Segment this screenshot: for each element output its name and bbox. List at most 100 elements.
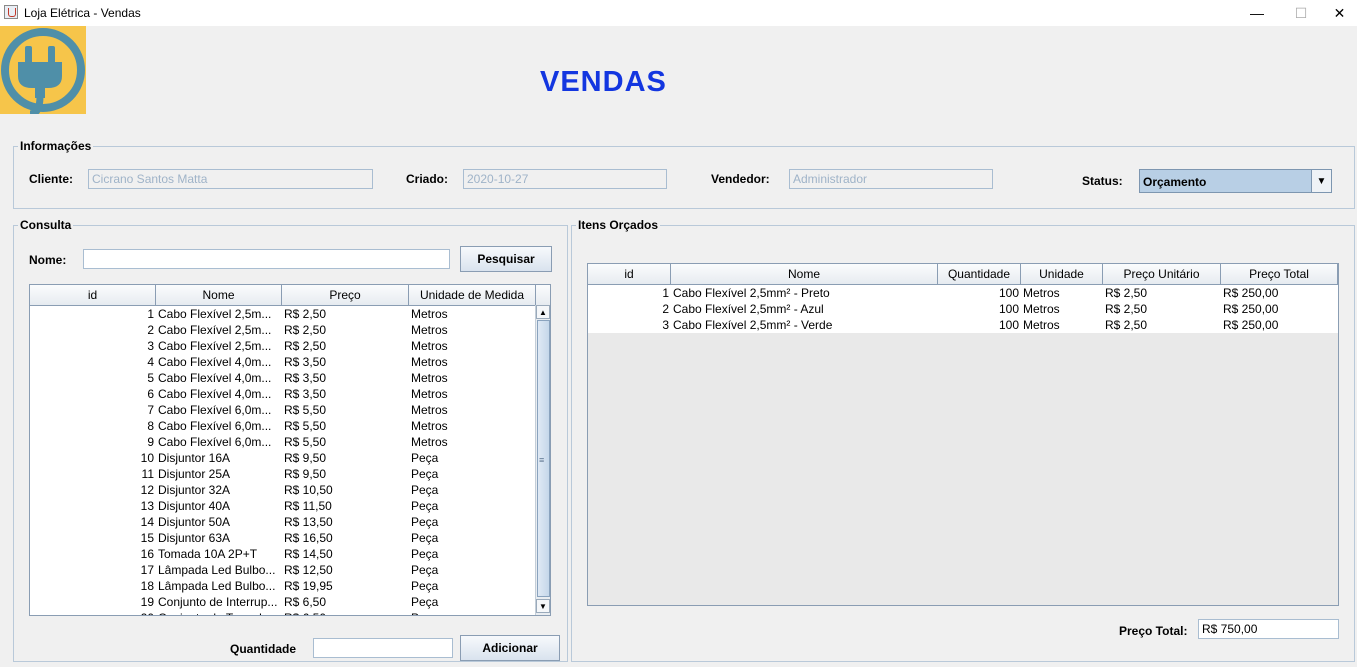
cell-unidade: Metros bbox=[1023, 302, 1060, 316]
table-row[interactable]: 18 Lâmpada Led Bulbo... R$ 19,95 Peça bbox=[30, 578, 536, 594]
table-row[interactable]: 12 Disjuntor 32A R$ 10,50 Peça bbox=[30, 482, 536, 498]
table-row[interactable]: 2 Cabo Flexível 2,5m... R$ 2,50 Metros bbox=[30, 322, 536, 338]
cell-unidade: Metros bbox=[411, 307, 448, 321]
column-header-preco-unitario[interactable]: Preço Unitário bbox=[1103, 264, 1221, 284]
status-select[interactable]: Orçamento ▼ bbox=[1139, 169, 1332, 193]
cell-id: 10 bbox=[140, 451, 154, 465]
preco-total-field[interactable]: R$ 750,00 bbox=[1198, 619, 1339, 639]
cell-id: 1 bbox=[147, 307, 154, 321]
cell-id: 6 bbox=[147, 387, 154, 401]
cell-nome: Cabo Flexível 2,5mm² - Verde bbox=[673, 318, 833, 332]
table-row[interactable]: 7 Cabo Flexível 6,0m... R$ 5,50 Metros bbox=[30, 402, 536, 418]
cell-unidade: Peça bbox=[411, 483, 439, 497]
cell-id: 8 bbox=[147, 419, 154, 433]
table-row[interactable]: 16 Tomada 10A 2P+T R$ 14,50 Peça bbox=[30, 546, 536, 562]
table-row[interactable]: 1 Cabo Flexível 2,5m... R$ 2,50 Metros bbox=[30, 306, 536, 322]
adicionar-button[interactable]: Adicionar bbox=[460, 635, 560, 661]
column-header-unidade[interactable]: Unidade de Medida bbox=[409, 285, 536, 305]
maximize-button[interactable]: ☐ bbox=[1278, 0, 1324, 26]
cell-unidade: Metros bbox=[411, 435, 448, 449]
table-row[interactable]: 2 Cabo Flexível 2,5mm² - Azul 100 Metros R$ … bbox=[588, 301, 1338, 317]
cell-preco: R$ 9,50 bbox=[284, 451, 327, 465]
cell-id: 11 bbox=[141, 467, 154, 481]
arrow-down-icon[interactable]: ▼ bbox=[536, 599, 550, 613]
consulta-legend: Consulta bbox=[20, 218, 72, 232]
cell-nome: Cabo Flexível 2,5m... bbox=[158, 307, 272, 321]
cell-id: 1 bbox=[662, 286, 669, 300]
table-row[interactable]: 3 Cabo Flexível 2,5mm² - Verde 100 Metros R$… bbox=[588, 317, 1338, 333]
cell-preco: R$ 5,50 bbox=[284, 435, 327, 449]
cell-nome: Cabo Flexível 2,5m... bbox=[158, 323, 272, 337]
page-title: VENDAS bbox=[540, 66, 667, 98]
itens-table-header: id Nome Quantidade Unidade Preço Unitári… bbox=[588, 264, 1338, 285]
criado-field[interactable]: 2020-10-27 bbox=[463, 169, 667, 189]
consulta-scrollbar[interactable]: ▲ ≡ ▼ bbox=[535, 305, 550, 615]
cell-id: 16 bbox=[140, 547, 154, 561]
column-header-id[interactable]: id bbox=[30, 285, 156, 305]
column-header-preco[interactable]: Preço bbox=[282, 285, 409, 305]
status-select-value: Orçamento bbox=[1143, 175, 1207, 189]
table-row[interactable]: 5 Cabo Flexível 4,0m... R$ 3,50 Metros bbox=[30, 370, 536, 386]
cell-nome: Tomada 10A 2P+T bbox=[158, 547, 258, 561]
nome-label: Nome: bbox=[29, 253, 67, 267]
criado-label: Criado: bbox=[406, 172, 448, 186]
window-title: Loja Elétrica - Vendas bbox=[24, 6, 141, 20]
arrow-up-icon[interactable]: ▲ bbox=[536, 305, 550, 319]
cell-preco: R$ 9,50 bbox=[284, 467, 327, 481]
table-row[interactable]: 11 Disjuntor 25A R$ 9,50 Peça bbox=[30, 466, 536, 482]
cell-nome: Lâmpada Led Bulbo... bbox=[158, 563, 276, 577]
table-row[interactable]: 20Conjunto de Tomad...R$ 6,50Peça bbox=[30, 610, 536, 615]
cell-preco: R$ 3,50 bbox=[284, 371, 327, 385]
table-row[interactable]: 10 Disjuntor 16A R$ 9,50 Peça bbox=[30, 450, 536, 466]
consulta-table-body: 1 Cabo Flexível 2,5m... R$ 2,50 Metros 2 Cabo… bbox=[30, 306, 536, 615]
cell-nome: Cabo Flexível 2,5mm² - Azul bbox=[673, 302, 824, 316]
vendedor-field[interactable]: Administrador bbox=[789, 169, 993, 189]
cell-nome: Cabo Flexível 6,0m... bbox=[158, 435, 272, 449]
cell-unidade: Metros bbox=[411, 403, 448, 417]
cliente-field[interactable]: Cicrano Santos Matta bbox=[88, 169, 373, 189]
table-row[interactable]: 15 Disjuntor 63A R$ 16,50 Peça bbox=[30, 530, 536, 546]
table-row[interactable]: 6 Cabo Flexível 4,0m... R$ 3,50 Metros bbox=[30, 386, 536, 402]
minimize-button[interactable]: — bbox=[1234, 0, 1280, 26]
table-row[interactable]: 17 Lâmpada Led Bulbo... R$ 12,50 Peça bbox=[30, 562, 536, 578]
column-header-quantidade[interactable]: Quantidade bbox=[938, 264, 1021, 284]
column-header-id[interactable]: id bbox=[588, 264, 671, 284]
cell-id: 13 bbox=[140, 499, 154, 513]
itens-legend: Itens Orçados bbox=[578, 218, 659, 232]
table-row[interactable]: 19 Conjunto de Interrup... R$ 6,50 Peça bbox=[30, 594, 536, 610]
column-header-unidade[interactable]: Unidade bbox=[1021, 264, 1103, 284]
cell-unidade: Peça bbox=[411, 467, 439, 481]
table-row[interactable]: 3 Cabo Flexível 2,5m... R$ 2,50 Metros bbox=[30, 338, 536, 354]
cell-id: 17 bbox=[140, 563, 154, 577]
cell-nome: Disjuntor 25A bbox=[158, 467, 231, 481]
close-button[interactable]: ✕ bbox=[1322, 0, 1357, 26]
cell-preco: R$ 2,50 bbox=[284, 307, 327, 321]
table-row[interactable]: 9 Cabo Flexível 6,0m... R$ 5,50 Metros bbox=[30, 434, 536, 450]
table-row[interactable]: 8 Cabo Flexível 6,0m... R$ 5,50 Metros bbox=[30, 418, 536, 434]
cell-nome: Cabo Flexível 6,0m... bbox=[158, 419, 272, 433]
chevron-down-icon[interactable]: ▼ bbox=[1311, 170, 1331, 192]
cell-id: 14 bbox=[140, 515, 154, 529]
quantidade-input[interactable] bbox=[313, 638, 453, 658]
java-app-icon bbox=[4, 5, 18, 19]
table-row[interactable]: 13 Disjuntor 40A R$ 11,50 Peça bbox=[30, 498, 536, 514]
cell-preco: R$ 3,50 bbox=[284, 387, 327, 401]
cell-preco: R$ 3,50 bbox=[284, 355, 327, 369]
column-header-preco-total[interactable]: Preço Total bbox=[1221, 264, 1338, 284]
table-row[interactable]: 4 Cabo Flexível 4,0m... R$ 3,50 Metros bbox=[30, 354, 536, 370]
nome-search-input[interactable] bbox=[83, 249, 450, 269]
cell-preco-total: R$ 250,00 bbox=[1223, 302, 1279, 316]
table-row[interactable]: 1 Cabo Flexível 2,5mm² - Preto 100 Metros R$… bbox=[588, 285, 1338, 301]
cell-id: 5 bbox=[147, 371, 154, 385]
cell-preco: R$ 5,50 bbox=[284, 419, 327, 433]
table-row[interactable]: 14 Disjuntor 50A R$ 13,50 Peça bbox=[30, 514, 536, 530]
cell-preco: R$ 2,50 bbox=[284, 339, 327, 353]
column-header-nome[interactable]: Nome bbox=[671, 264, 938, 284]
cell-nome: Cabo Flexível 2,5mm² - Preto bbox=[673, 286, 830, 300]
cell-preco-total: R$ 250,00 bbox=[1223, 286, 1279, 300]
cell-id: 3 bbox=[662, 318, 669, 332]
cell-unidade: Metros bbox=[411, 387, 448, 401]
column-header-nome[interactable]: Nome bbox=[156, 285, 282, 305]
cell-unidade: Peça bbox=[411, 531, 439, 545]
pesquisar-button[interactable]: Pesquisar bbox=[460, 246, 552, 272]
